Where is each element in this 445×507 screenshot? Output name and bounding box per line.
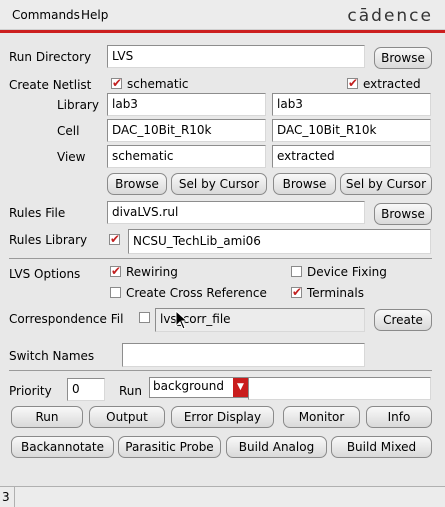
view-label: View	[57, 150, 86, 164]
rules-file-browse-button[interactable]: Browse	[374, 203, 432, 225]
cell-right-input[interactable]: DAC_10Bit_R10k	[272, 119, 431, 142]
priority-input[interactable]: 0	[67, 378, 105, 401]
output-button[interactable]: Output	[89, 406, 165, 428]
view-left-input[interactable]: schematic	[107, 145, 266, 168]
library-left-input[interactable]: lab3	[107, 93, 266, 116]
extracted-checkbox[interactable]	[347, 76, 358, 90]
netlist-left-browse-button[interactable]: Browse	[107, 173, 167, 195]
title-divider	[0, 30, 445, 33]
run-directory-input[interactable]: LVS	[107, 45, 365, 68]
rules-file-label: Rules File	[9, 206, 66, 220]
library-label: Library	[57, 98, 99, 112]
schematic-label: schematic	[127, 77, 189, 91]
switch-names-input[interactable]	[122, 343, 365, 367]
status-text: 3	[2, 490, 10, 504]
cell-label: Cell	[57, 124, 80, 138]
terminals-checkbox[interactable]	[291, 285, 302, 299]
separator	[9, 258, 432, 259]
separator	[9, 370, 432, 371]
error-display-button[interactable]: Error Display	[171, 406, 274, 428]
run-button[interactable]: Run	[11, 406, 83, 428]
correspondence-checkbox[interactable]	[139, 312, 150, 323]
rewiring-checkbox[interactable]	[110, 264, 121, 278]
switch-names-label: Switch Names	[9, 349, 95, 363]
rules-library-checkbox[interactable]	[109, 232, 120, 246]
netlist-left-sel-by-cursor-button[interactable]: Sel by Cursor	[171, 173, 267, 195]
rules-library-input[interactable]: NCSU_TechLib_ami06	[128, 229, 431, 254]
correspondence-file-label: Correspondence Fil	[9, 312, 124, 326]
netlist-right-browse-button[interactable]: Browse	[273, 173, 336, 195]
view-right-input[interactable]: extracted	[272, 145, 431, 168]
library-right-input[interactable]: lab3	[272, 93, 431, 116]
device-fixing-checkbox[interactable]	[291, 266, 302, 277]
parasitic-probe-button[interactable]: Parasitic Probe	[118, 436, 221, 458]
menu-commands[interactable]: Commands	[12, 8, 80, 22]
chevron-down-icon[interactable]: ▼	[233, 378, 248, 397]
rules-file-input[interactable]: divaLVS.rul	[107, 201, 365, 224]
cross-reference-checkbox[interactable]	[110, 287, 121, 298]
status-divider	[14, 487, 15, 507]
run-mode-display	[248, 377, 431, 400]
status-bar: 3	[0, 486, 445, 507]
extracted-label: extracted	[363, 77, 421, 91]
terminals-label: Terminals	[307, 286, 364, 300]
info-button[interactable]: Info	[366, 406, 432, 428]
build-mixed-button[interactable]: Build Mixed	[331, 436, 432, 458]
cross-reference-label: Create Cross Reference	[126, 286, 267, 300]
priority-label: Priority	[9, 384, 52, 398]
build-analog-button[interactable]: Build Analog	[226, 436, 327, 458]
schematic-checkbox[interactable]	[111, 76, 122, 90]
run-directory-browse-button[interactable]: Browse	[374, 47, 432, 69]
rewiring-label: Rewiring	[126, 265, 178, 279]
netlist-right-sel-by-cursor-button[interactable]: Sel by Cursor	[340, 173, 432, 195]
cell-left-input[interactable]: DAC_10Bit_R10k	[107, 119, 266, 142]
backannotate-button[interactable]: Backannotate	[11, 436, 114, 458]
device-fixing-label: Device Fixing	[307, 265, 387, 279]
run-label: Run	[119, 384, 143, 398]
create-netlist-label: Create Netlist	[9, 78, 92, 92]
rules-library-label: Rules Library	[9, 233, 88, 247]
run-directory-label: Run Directory	[9, 50, 92, 64]
lvs-options-label: LVS Options	[9, 267, 81, 281]
cadence-logo: cādence	[347, 6, 433, 26]
run-mode-value: background	[153, 379, 224, 393]
correspondence-create-button[interactable]: Create	[374, 309, 432, 331]
menu-help[interactable]: Help	[81, 8, 108, 22]
monitor-button[interactable]: Monitor	[283, 406, 360, 428]
